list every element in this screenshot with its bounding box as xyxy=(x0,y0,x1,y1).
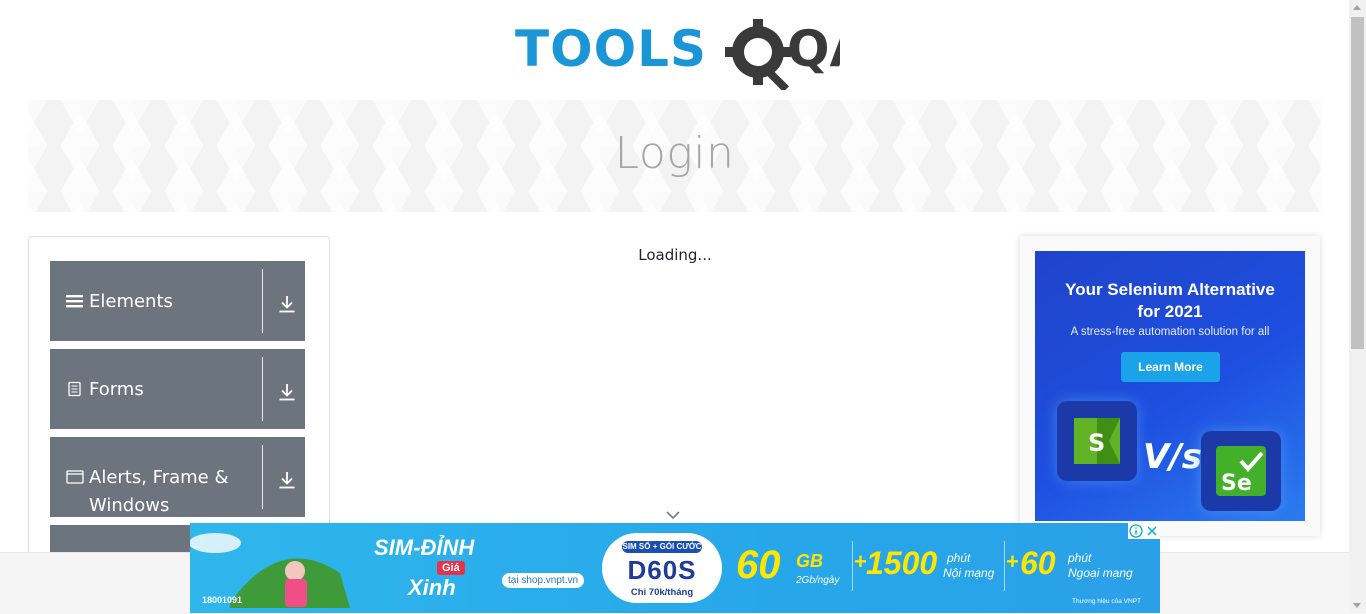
loading-text: Loading... xyxy=(638,246,712,264)
bundle-price: Chỉ 70k/tháng xyxy=(630,587,694,598)
vs-text: V/s xyxy=(1143,437,1202,477)
plus-sign: + xyxy=(1006,549,1019,574)
ad-tile-right: Se xyxy=(1201,431,1281,511)
tile-letters: Se xyxy=(1221,471,1252,496)
menu-bars-icon xyxy=(66,295,83,308)
vnpt-brand: Thương hiệu của VNPT xyxy=(1072,598,1141,605)
left-sidebar: Elements Forms Alerts, Frame & Windows xyxy=(28,236,330,585)
vertical-scrollbar[interactable] xyxy=(1349,0,1366,613)
download-arrow-icon[interactable] xyxy=(278,383,296,401)
bundle-tag: SIM SỐ + GÓI CƯỚC xyxy=(622,541,702,553)
download-arrow-icon[interactable] xyxy=(278,295,296,313)
scroll-up-arrow-icon[interactable] xyxy=(1353,5,1361,10)
divider xyxy=(262,269,263,333)
selenium-logo-icon: Se xyxy=(1216,446,1266,496)
ad-subline: A stress-free automation solution for al… xyxy=(1070,326,1270,338)
plus-sign: + xyxy=(854,549,867,574)
sidebar-group-label: Forms xyxy=(89,379,144,400)
window-icon xyxy=(66,470,84,484)
ad-close-icon[interactable] xyxy=(1144,523,1160,539)
ad-hotline: 18001091 xyxy=(202,595,243,605)
minutes-external-unit: phút xyxy=(1068,551,1092,565)
scrollbar-thumb[interactable] xyxy=(1351,17,1364,349)
ad-tile-left: S xyxy=(1057,401,1137,481)
download-arrow-icon[interactable] xyxy=(278,471,296,489)
divider xyxy=(262,445,263,509)
sidebar-group-forms[interactable]: Forms xyxy=(50,349,305,429)
data-unit: GB xyxy=(796,551,823,571)
chevron-down-icon[interactable] xyxy=(666,510,680,520)
logo-qa-text: QA xyxy=(787,20,840,78)
minutes-external-label: Ngoại mạng xyxy=(1068,566,1133,580)
sidebar-group-label: Alerts, Frame & Windows xyxy=(89,467,229,516)
minutes-external: 60 xyxy=(1020,545,1056,581)
bundle-code: D60S xyxy=(627,555,697,585)
data-amount: 60 xyxy=(736,543,781,587)
scroll-down-arrow-icon[interactable] xyxy=(1353,603,1361,608)
ad-headline-line2: for 2021 xyxy=(1137,302,1203,321)
divider xyxy=(1004,541,1005,591)
page-header-banner: Login xyxy=(28,100,1321,212)
minutes-internal-unit: phút xyxy=(947,551,971,565)
selenium-alternative-ad[interactable]: Your Selenium Alternative for 2021 A str… xyxy=(1035,251,1305,521)
minutes-internal-label: Nội mạng xyxy=(943,566,995,580)
ad-info-icon[interactable] xyxy=(1128,523,1144,539)
ad-price-tag: Giá xyxy=(437,561,465,575)
sidebar-group-alerts-frame-windows[interactable]: Alerts, Frame & Windows xyxy=(50,437,305,517)
vnpt-sim-ad[interactable]: SIM-ĐỈNH Giá Xinh tại shop.vnpt.vn SIM S… xyxy=(190,523,1160,613)
sidebar-group-label: Elements xyxy=(89,291,173,312)
logo-tools-text: TOOLS xyxy=(515,20,707,78)
toolsqa-logo[interactable]: TOOLS QA xyxy=(515,16,869,93)
divider xyxy=(262,357,263,421)
learn-more-button[interactable]: Learn More xyxy=(1121,352,1220,382)
ad-headline-line1: Your Selenium Alternative xyxy=(1065,280,1275,299)
ad-shop-link[interactable]: tại shop.vnpt.vn xyxy=(502,573,585,588)
katalon-logo-icon: S xyxy=(1074,418,1120,464)
ad-brand: SIM-ĐỈNH xyxy=(374,535,475,560)
data-rate: 2Gb/ngày xyxy=(796,575,840,586)
gear-icon xyxy=(725,19,791,93)
ad-controls xyxy=(1128,523,1160,539)
ad-price-word: Xinh xyxy=(408,575,456,600)
ad-headline: Your Selenium Alternative for 2021 xyxy=(1035,279,1305,323)
page-title: Login xyxy=(614,128,735,179)
document-icon xyxy=(68,381,81,397)
tile-letter: S xyxy=(1088,429,1105,457)
divider xyxy=(852,541,853,591)
sidebar-group-elements[interactable]: Elements xyxy=(50,261,305,341)
ad-bundle-cloud: SIM SỐ + GÓI CƯỚC D60S Chỉ 70k/tháng xyxy=(602,533,722,603)
minutes-internal: 1500 xyxy=(866,545,938,581)
